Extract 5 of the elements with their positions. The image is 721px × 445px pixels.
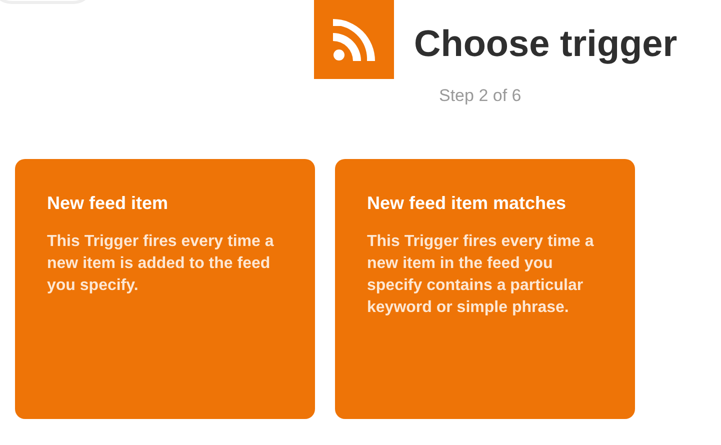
trigger-card[interactable]: New feed item matches This Trigger fires every time a new item in the feed you specify contains a particular keyword or simple phrase. — [335, 158, 635, 418]
rss-feed-icon — [333, 18, 375, 60]
trigger-card[interactable]: New feed item This Trigger fires every time a new item is added to the feed you specify. — [15, 158, 315, 418]
step-indicator: Step 2 of 6 — [439, 85, 522, 107]
page-title: Choose trigger — [414, 22, 678, 66]
